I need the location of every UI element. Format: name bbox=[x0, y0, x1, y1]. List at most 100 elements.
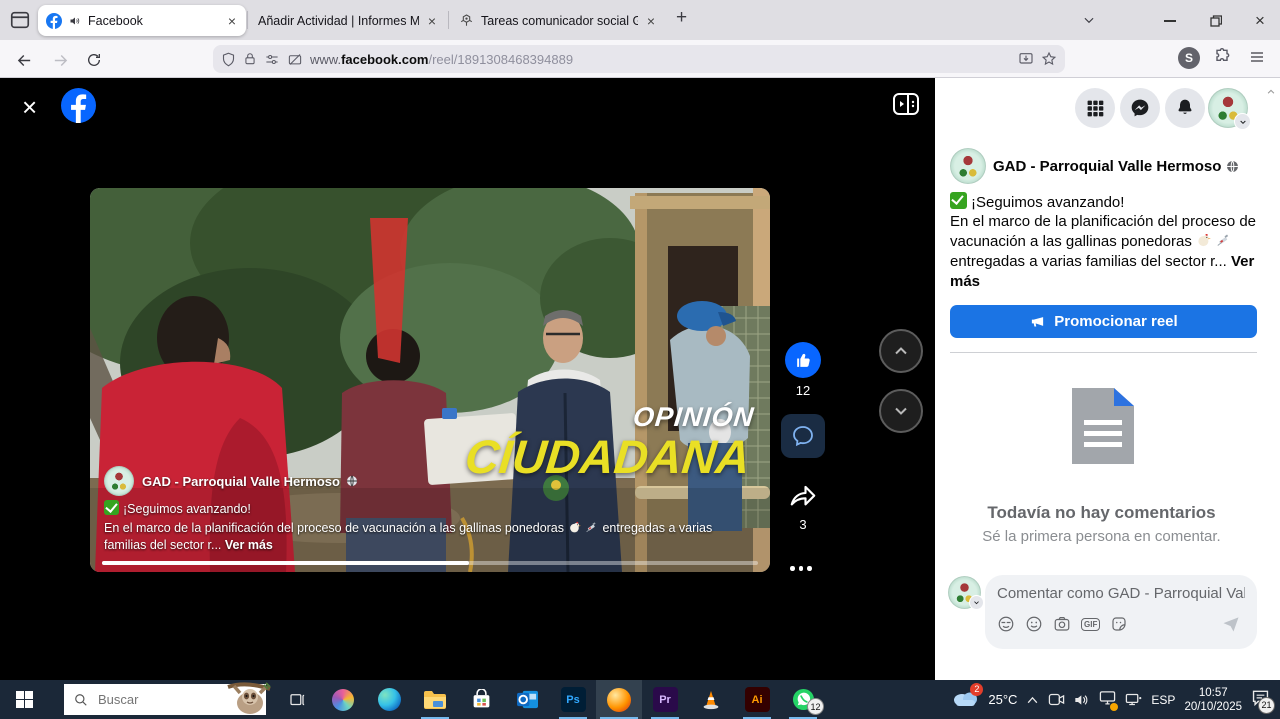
like-button[interactable] bbox=[785, 342, 821, 378]
taskbar-file-explorer[interactable] bbox=[412, 680, 458, 719]
taskbar-photoshop[interactable]: Ps bbox=[550, 680, 596, 719]
tab-close-icon[interactable]: × bbox=[426, 13, 438, 29]
watermark-line1: OPINIÓN bbox=[469, 404, 756, 431]
taskbar-outlook[interactable] bbox=[504, 680, 550, 719]
new-tab-button[interactable]: + bbox=[676, 7, 687, 29]
video-progress-bar[interactable] bbox=[102, 561, 758, 565]
window-close-button[interactable]: × bbox=[1240, 8, 1280, 34]
forward-button[interactable] bbox=[48, 48, 72, 72]
page-scrollbar-arrow-icon[interactable] bbox=[1266, 84, 1276, 102]
taskbar-store[interactable] bbox=[458, 680, 504, 719]
taskbar-whatsapp[interactable]: 12 bbox=[780, 680, 826, 719]
weather-widget[interactable]: 2 bbox=[952, 688, 979, 712]
tab-tareas[interactable]: Tareas comunicador social GAD × bbox=[451, 5, 665, 36]
messenger-button[interactable] bbox=[1120, 88, 1160, 128]
grid-icon bbox=[1086, 99, 1105, 118]
sticker-icon[interactable] bbox=[1110, 615, 1128, 633]
taskbar-firefox[interactable] bbox=[596, 680, 642, 719]
send-comment-icon[interactable] bbox=[1221, 614, 1241, 634]
start-button[interactable] bbox=[0, 680, 48, 719]
notifications-button[interactable] bbox=[1165, 88, 1205, 128]
taskbar-clock[interactable]: 10:57 20/10/2025 bbox=[1184, 686, 1242, 714]
camera-icon[interactable] bbox=[1053, 615, 1071, 633]
extensions-puzzle-icon[interactable] bbox=[1212, 47, 1232, 72]
copilot-icon bbox=[332, 689, 354, 711]
taskbar-illustrator[interactable]: Ai bbox=[734, 680, 780, 719]
illustrator-icon: Ai bbox=[745, 687, 770, 712]
tab-title: Facebook bbox=[88, 14, 219, 28]
tab-close-icon[interactable]: × bbox=[645, 13, 657, 29]
see-more-link[interactable]: Ver más bbox=[225, 538, 273, 552]
comment-button[interactable] bbox=[781, 414, 825, 458]
back-button[interactable] bbox=[12, 48, 36, 72]
page-avatar[interactable] bbox=[104, 466, 134, 496]
apps-menu-button[interactable] bbox=[1075, 88, 1115, 128]
taskbar-premiere[interactable]: Pr bbox=[642, 680, 688, 719]
share-button[interactable] bbox=[786, 480, 821, 515]
action-center-button[interactable]: 21 bbox=[1251, 689, 1270, 711]
taskbar-copilot[interactable] bbox=[320, 680, 366, 719]
page-name-overlay[interactable]: GAD - Parroquial Valle Hermoso bbox=[142, 474, 358, 489]
tab-list-chevron-icon[interactable] bbox=[1082, 13, 1096, 32]
reload-button[interactable] bbox=[82, 48, 106, 72]
meet-now-icon[interactable] bbox=[1048, 692, 1065, 707]
composer-placeholder[interactable]: Comentar como GAD - Parroquial Vall... bbox=[997, 585, 1245, 602]
megaphone-icon bbox=[1029, 314, 1046, 329]
search-input[interactable] bbox=[96, 691, 210, 708]
tab-audio-icon[interactable] bbox=[69, 15, 81, 27]
tab-informes[interactable]: Añadir Actividad | Informes Mensua × bbox=[250, 5, 446, 36]
video-progress-fill bbox=[102, 561, 469, 565]
globe-icon bbox=[1226, 160, 1239, 173]
url-text[interactable]: www.facebook.com/reel/1891308468394889 bbox=[310, 52, 1011, 67]
comment-composer[interactable]: Comentar como GAD - Parroquial Vall... G… bbox=[985, 575, 1257, 649]
gif-icon[interactable]: GIF bbox=[1081, 618, 1100, 631]
extension-s-icon[interactable]: S bbox=[1178, 47, 1200, 69]
window-restore-button[interactable] bbox=[1196, 8, 1236, 34]
autoplay-blocked-icon[interactable] bbox=[287, 52, 303, 67]
graphics-tray-widget[interactable] bbox=[1099, 690, 1116, 710]
facebook-logo[interactable] bbox=[61, 88, 96, 128]
firefox-view-icon[interactable] bbox=[9, 9, 31, 36]
taskbar-search[interactable] bbox=[64, 684, 266, 715]
previous-reel-button[interactable] bbox=[879, 329, 923, 373]
task-view-button[interactable] bbox=[274, 680, 320, 719]
comment-bubble-icon bbox=[791, 424, 815, 448]
avatar-sticker-icon[interactable] bbox=[997, 615, 1015, 633]
store-icon bbox=[471, 689, 492, 710]
composer-avatar[interactable] bbox=[948, 576, 981, 609]
search-highlight-sloth-image[interactable] bbox=[226, 681, 272, 717]
save-page-icon[interactable] bbox=[1018, 51, 1034, 67]
reel-video[interactable]: OPINIÓN CÍUDADANA GAD - Parroquial Valle… bbox=[90, 188, 770, 572]
promote-reel-button[interactable]: Promocionar reel bbox=[950, 305, 1257, 338]
shield-icon[interactable] bbox=[221, 52, 236, 67]
taskbar-edge[interactable] bbox=[366, 680, 412, 719]
volume-icon[interactable] bbox=[1074, 693, 1090, 707]
notification-badge: 21 bbox=[1258, 697, 1275, 714]
firefox-icon bbox=[607, 688, 631, 712]
reel-close-icon[interactable]: × bbox=[22, 92, 37, 123]
bookmark-star-icon[interactable] bbox=[1041, 51, 1057, 67]
tab-close-icon[interactable]: × bbox=[226, 13, 238, 29]
temperature-label[interactable]: 25°C bbox=[988, 692, 1017, 707]
emoji-icon[interactable] bbox=[1025, 615, 1043, 633]
comments-empty-subtitle: Sé la primera persona en comentar. bbox=[935, 528, 1268, 545]
lock-icon[interactable] bbox=[243, 52, 257, 66]
tray-chevron-up-icon[interactable] bbox=[1026, 695, 1039, 705]
windows-logo-icon bbox=[16, 691, 33, 708]
url-bar[interactable]: www.facebook.com/reel/1891308468394889 bbox=[213, 45, 1065, 73]
permissions-icon[interactable] bbox=[264, 52, 280, 67]
window-minimize-button[interactable] bbox=[1150, 8, 1190, 34]
collapse-sidebar-icon[interactable] bbox=[893, 93, 919, 120]
next-reel-button[interactable] bbox=[879, 389, 923, 433]
language-indicator[interactable]: ESP bbox=[1151, 693, 1175, 707]
menu-hamburger-icon[interactable] bbox=[1248, 49, 1266, 70]
post-page-avatar[interactable] bbox=[950, 148, 986, 184]
tab-facebook[interactable]: Facebook × bbox=[38, 5, 246, 36]
overlay-caption: En el marco de la planificación del proc… bbox=[104, 520, 754, 554]
network-icon[interactable] bbox=[1125, 692, 1142, 707]
post-page-name[interactable]: GAD - Parroquial Valle Hermoso bbox=[993, 158, 1239, 175]
profile-menu-button[interactable] bbox=[1208, 88, 1248, 128]
taskbar-vlc[interactable] bbox=[688, 680, 734, 719]
overlay-status: ¡Seguimos avanzando! bbox=[104, 500, 754, 518]
more-options-icon[interactable] bbox=[790, 566, 821, 571]
